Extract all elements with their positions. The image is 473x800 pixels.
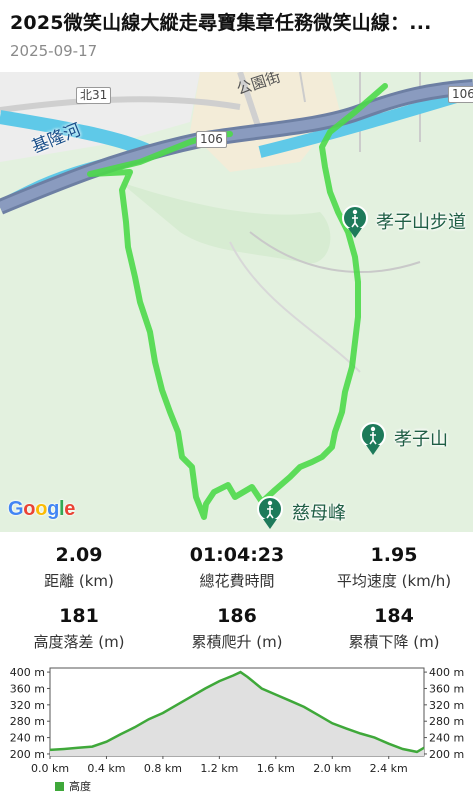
chart-legend: 高度 — [55, 778, 91, 794]
road-label: 北31 — [76, 87, 112, 104]
stat-label: 高度落差 (m) — [33, 633, 125, 651]
stat-total-time: 01:04:23 總花費時間 — [158, 544, 316, 591]
stat-label: 總花費時間 — [199, 572, 275, 590]
stats-panel: 2.09 距離 (km) 01:04:23 總花費時間 1.95 平均速度 (k… — [0, 532, 473, 657]
road-label: 106 — [448, 86, 473, 103]
stat-label: 累積爬升 (m) — [191, 633, 283, 651]
y-tick-label: 320 m — [10, 699, 45, 712]
y-tick-label-right: 400 m — [429, 666, 464, 679]
poi-label[interactable]: 孝子山步道 — [376, 208, 466, 234]
y-tick-label-right: 320 m — [429, 699, 464, 712]
y-tick-label-right: 240 m — [429, 732, 464, 745]
road-label: 106 — [196, 131, 227, 148]
y-tick-label-right: 280 m — [429, 715, 464, 728]
y-tick-label: 400 m — [10, 666, 45, 679]
x-tick-label: 1.2 km — [200, 762, 238, 775]
stat-value: 184 — [374, 605, 414, 627]
stat-value: 1.95 — [370, 544, 418, 566]
stat-average-speed: 1.95 平均速度 (km/h) — [315, 544, 473, 591]
y-tick-label: 280 m — [10, 715, 45, 728]
stat-label: 平均速度 (km/h) — [336, 572, 452, 590]
route-map[interactable]: 北31 106 106 基隆河 公園街 孝子山步道 孝子山 慈母峰 Google — [0, 72, 473, 532]
stat-label: 距離 (km) — [44, 572, 114, 590]
header: 2025微笑山線大縱走尋寶集章任務微笑山線：... 2025-09-17 — [0, 0, 473, 72]
x-tick-label: 1.6 km — [257, 762, 295, 775]
x-tick-label: 2.0 km — [313, 762, 351, 775]
x-tick-label: 0.4 km — [87, 762, 125, 775]
activity-title: 2025微笑山線大縱走尋寶集章任務微笑山線：... — [10, 12, 432, 34]
stat-label: 累積下降 (m) — [348, 633, 440, 651]
stat-value: 186 — [217, 605, 257, 627]
x-tick-label: 2.4 km — [370, 762, 408, 775]
stat-distance: 2.09 距離 (km) — [0, 544, 158, 591]
legend-swatch — [55, 781, 64, 791]
google-logo: Google — [8, 498, 76, 520]
stat-total-ascent: 186 累積爬升 (m) — [158, 605, 316, 652]
activity-date: 2025-09-17 — [10, 42, 98, 60]
x-tick-label: 0.0 km — [31, 762, 69, 775]
stat-value: 2.09 — [55, 544, 103, 566]
x-tick-label: 0.8 km — [144, 762, 182, 775]
y-tick-label: 360 m — [10, 682, 45, 695]
stat-elevation-difference: 181 高度落差 (m) — [0, 605, 158, 652]
poi-label[interactable]: 慈母峰 — [292, 499, 346, 525]
y-tick-label-right: 200 m — [429, 748, 464, 761]
y-tick-label-right: 360 m — [429, 682, 464, 695]
y-tick-label: 200 m — [10, 748, 45, 761]
y-tick-label: 240 m — [10, 732, 45, 745]
stat-total-descent: 184 累積下降 (m) — [315, 605, 473, 652]
stat-value: 181 — [59, 605, 99, 627]
poi-label[interactable]: 孝子山 — [394, 425, 448, 451]
legend-label: 高度 — [69, 780, 91, 793]
stat-value: 01:04:23 — [189, 544, 285, 566]
